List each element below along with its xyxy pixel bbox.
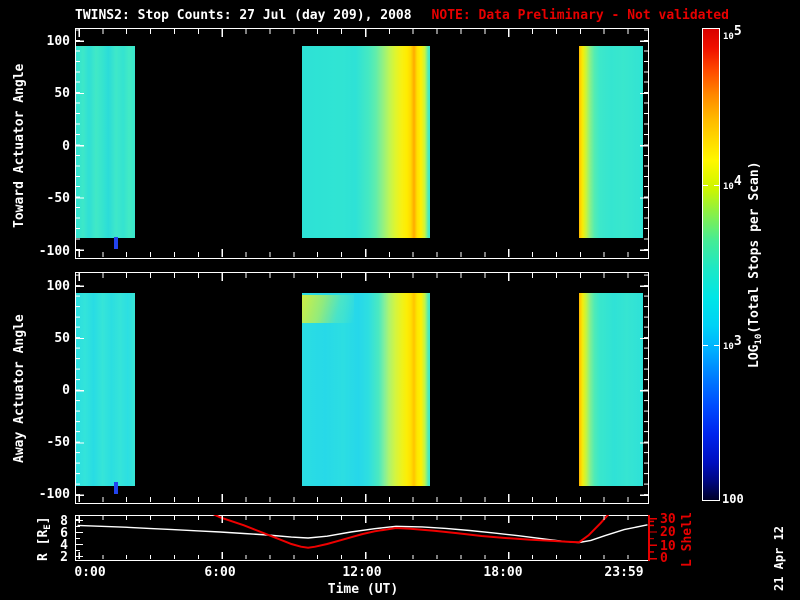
figure-title: TWINS2: Stop Counts: 27 Jul (day 209), 2… <box>75 8 412 23</box>
away-axis-label: Away Actuator Angle <box>12 314 27 463</box>
xtick-1800: 18:00 <box>483 565 523 580</box>
xtick-0000: 0:00 <box>74 565 106 580</box>
away-ytick: -100 <box>38 487 70 502</box>
colorbar-axis-label: LOG10(Total Stops per Scan) <box>747 161 764 368</box>
toward-y-major-ticks-right <box>640 29 648 257</box>
toward-ytick: 0 <box>62 139 70 154</box>
lshell-minor-ticks <box>650 516 654 560</box>
figure-title-row: TWINS2: Stop Counts: 27 Jul (day 209), 2… <box>75 8 729 23</box>
colorbar <box>702 28 720 501</box>
toward-x-major-ticks-bottom <box>76 249 647 257</box>
xtick-2359: 23:59 <box>604 565 644 580</box>
xtick-0600: 6:00 <box>204 565 236 580</box>
away-segment-3 <box>579 293 643 486</box>
away-x-major-ticks-top <box>76 273 647 281</box>
away-y-major-ticks-left <box>76 273 84 502</box>
colorbar-tick-label: 105 <box>723 24 742 42</box>
date-stamp: 21 Apr 12 <box>772 525 786 591</box>
toward-segment-2 <box>302 46 430 238</box>
r-axis-label: R [RE] <box>36 516 53 561</box>
away-ytick: -50 <box>46 435 70 450</box>
time-axis-label: Time (UT) <box>327 582 399 597</box>
colorbar-tick-label: 104 <box>723 174 742 192</box>
colorbar-tick-1e4-right <box>714 185 719 186</box>
away-y-major-ticks-right <box>640 273 648 502</box>
away-segment-2 <box>302 293 430 486</box>
toward-segment-1 <box>76 46 135 238</box>
away-ytick: 0 <box>62 383 70 398</box>
colorbar-tick-1e3-left <box>703 345 708 346</box>
colorbar-tick-1e3-right <box>714 345 719 346</box>
toward-ytick: -50 <box>46 191 70 206</box>
colorbar-tick-label: 100 <box>722 492 744 506</box>
away-high-count-patch <box>302 295 354 323</box>
toward-ytick: -100 <box>38 244 70 259</box>
colorbar-gradient <box>703 29 719 500</box>
toward-ytick: 50 <box>54 86 70 101</box>
preliminary-note: NOTE: Data Preliminary - Not validated <box>431 8 729 23</box>
away-low-count-notch <box>114 482 118 494</box>
toward-low-count-notch <box>114 237 118 249</box>
lshell-ytick: 20 <box>660 525 676 540</box>
away-segment-1 <box>76 293 135 486</box>
toward-ytick: 100 <box>46 34 70 49</box>
lshell-axis-label: L Shell <box>680 512 695 567</box>
toward-segment-3 <box>579 46 643 238</box>
r-minor-ticks <box>76 516 80 559</box>
toward-x-major-ticks-top <box>76 29 647 37</box>
ephemeris-x-major-ticks-bottom <box>76 552 647 559</box>
toward-axis-label: Toward Actuator Angle <box>12 63 27 228</box>
colorbar-tick-label: 103 <box>723 334 742 352</box>
ephemeris-x-major-ticks-top <box>76 516 647 523</box>
away-ytick: 50 <box>54 331 70 346</box>
lshell-ytick: 0 <box>660 551 668 566</box>
away-ytick: 100 <box>46 279 70 294</box>
toward-y-major-ticks-left <box>76 29 84 257</box>
away-x-major-ticks-bottom <box>76 494 647 502</box>
colorbar-tick-1e4-left <box>703 185 708 186</box>
spectrogram-figure: TWINS2: Stop Counts: 27 Jul (day 209), 2… <box>0 0 800 600</box>
xtick-1200: 12:00 <box>342 565 382 580</box>
